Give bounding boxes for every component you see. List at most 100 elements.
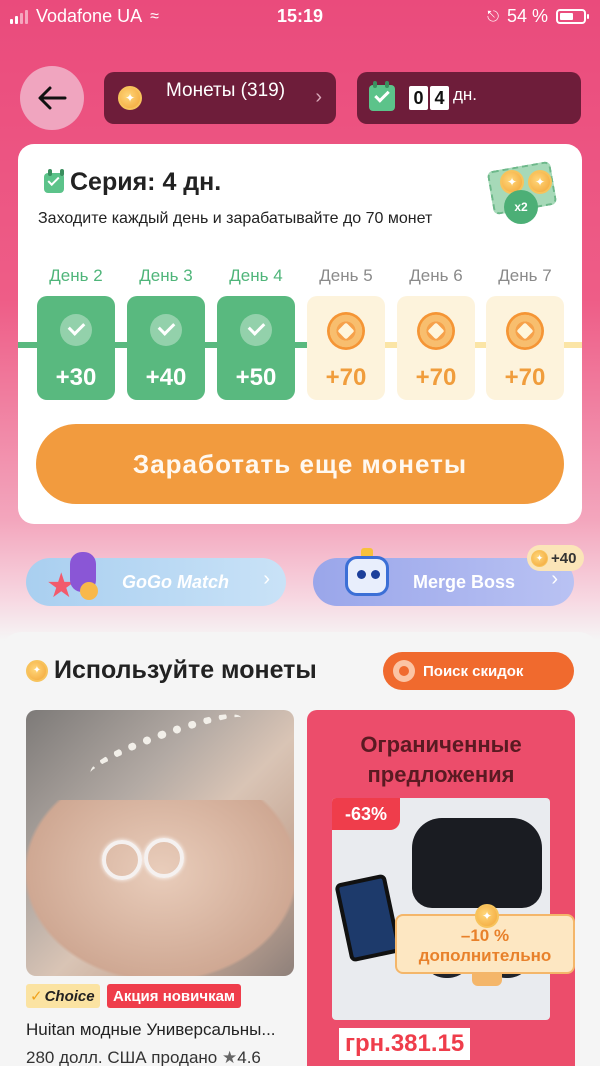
extra-discount-value: –10 % [460, 926, 510, 945]
day-reward-box: +70 [307, 296, 385, 400]
newbie-promo-badge: Акция новичкам [107, 984, 242, 1008]
calendar-check-icon [369, 81, 395, 111]
streak-day: День 3 +40 [127, 264, 205, 400]
day-amount: +70 [415, 364, 457, 391]
pearls-decoration [85, 710, 247, 787]
double-reward-badge[interactable]: ✦ ✦ x2 [484, 160, 562, 226]
limited-title-line1: Ограниченные [360, 732, 522, 757]
sold-count: 280 долл. США продано [26, 1048, 218, 1066]
day-label: День 7 [498, 266, 552, 285]
product-sold-info: 280 долл. США продано ★4.6 [26, 1048, 261, 1066]
streak-digits: 0 4 [407, 86, 449, 110]
find-discounts-button[interactable]: Поиск скидок [383, 652, 574, 690]
streak-day: День 2 +30 [37, 264, 115, 400]
streak-card: Серия: 4 дн. Заходите каждый день и зара… [18, 144, 582, 524]
coin-flower-icon [506, 312, 544, 350]
chevron-right-icon: › [315, 86, 322, 108]
battery-info: ⎋ 54 % [487, 6, 589, 27]
streak-title: Серия: 4 дн. [44, 168, 221, 197]
limited-offers-title: Ограниченные предложения [307, 730, 575, 790]
product-price: грн.381.15 [339, 1028, 471, 1060]
status-bar: Vodafone UA ≈ 15:19 ⎋ 54 % [0, 0, 600, 32]
streak-days-counter[interactable]: 0 4 дн. [357, 72, 581, 124]
robot-icon [339, 548, 397, 606]
coin-icon: ✦ [26, 659, 48, 682]
check-icon: ✓ [30, 988, 43, 1005]
merge-boss-bonus-badge: ✦ +40 [527, 545, 585, 571]
phone-shape [334, 873, 402, 963]
day-label: День 5 [319, 266, 373, 285]
limited-title-line2: предложения [367, 762, 515, 787]
calendar-check-icon [44, 168, 64, 193]
streak-days-unit: дн. [453, 85, 478, 104]
check-icon [240, 314, 272, 346]
choice-badge-label: Choice [44, 987, 95, 1005]
merge-boss-label: Merge Boss [413, 571, 516, 592]
battery-icon [556, 9, 589, 24]
day-reward-box: +70 [486, 296, 564, 400]
streak-day: День 7 +70 [486, 264, 564, 400]
streak-title-text: Серия: 4 дн. [70, 168, 222, 196]
streak-day: День 4 +50 [217, 264, 295, 400]
chevron-right-icon: › [551, 568, 558, 590]
earring-left [102, 840, 142, 880]
gogo-match-icon: ★ [46, 552, 106, 608]
streak-digit: 4 [430, 86, 449, 110]
product-name[interactable]: Huitan модные Универсальны... [26, 1020, 294, 1040]
product-image[interactable] [26, 710, 294, 976]
day-reward-box: +70 [397, 296, 475, 400]
coin-icon: ✦ [118, 86, 142, 110]
day-label: День 4 [229, 266, 283, 285]
coin-flower-icon [417, 312, 455, 350]
streak-digit: 0 [409, 86, 428, 110]
back-button[interactable] [20, 66, 84, 130]
arrow-left-icon [38, 86, 67, 110]
day-amount: +30 [55, 364, 97, 391]
streak-days-row: День 2 +30 День 3 +40 День 4 +50 День 5 [18, 264, 582, 404]
badge-tab [472, 972, 502, 986]
coin-icon: ✦ [528, 170, 552, 194]
day-reward-box: +30 [37, 296, 115, 400]
coins-balance-button[interactable]: ✦ Монеты (319) › [104, 72, 336, 124]
earbuds-case-shape [412, 818, 542, 908]
discount-percent-badge: -63% [332, 798, 400, 830]
product-rating: 4.6 [237, 1048, 261, 1066]
battery-percent: 54 % [506, 6, 548, 26]
day-reward-box: +50 [217, 296, 295, 400]
check-icon [150, 314, 182, 346]
coin-icon: ✦ [531, 549, 548, 567]
orientation-lock-icon: ⎋ [487, 8, 499, 25]
check-icon [60, 314, 92, 346]
day-label: День 6 [409, 266, 463, 285]
day-amount: +70 [504, 364, 546, 391]
gogo-match-button[interactable]: ★ GoGo Match › [26, 552, 286, 606]
hand-shape [26, 800, 294, 976]
extra-discount-label: дополнительно [418, 946, 552, 965]
day-amount: +40 [145, 364, 187, 391]
day-amount: +50 [235, 364, 277, 391]
double-reward-label: x2 [504, 190, 538, 224]
bonus-amount: +40 [551, 549, 577, 567]
coins-balance-label: Монеты (319) [166, 80, 286, 101]
star-icon: ★ [221, 1048, 238, 1066]
earn-more-coins-button[interactable]: Заработать еще монеты [36, 424, 564, 504]
extra-discount-badge: ✦ –10 % дополнительно [395, 904, 575, 986]
day-amount: +70 [325, 364, 367, 391]
choice-badge: ✓ Choice [26, 984, 100, 1008]
gogo-match-label: GoGo Match [122, 571, 229, 592]
chevron-right-icon: › [263, 568, 270, 590]
earbuds-product-image [332, 798, 550, 1020]
use-coins-title: ✦ Используйте монеты [26, 656, 317, 685]
coin-flower-icon [327, 312, 365, 350]
use-coins-title-text: Используйте монеты [54, 656, 317, 684]
earring-right [144, 838, 184, 878]
discount-tag-icon [393, 660, 415, 682]
day-label: День 2 [49, 266, 103, 285]
streak-subtitle: Заходите каждый день и зарабатывайте до … [38, 210, 433, 227]
day-reward-box: +40 [127, 296, 205, 400]
coin-icon: ✦ [475, 904, 499, 928]
streak-day: День 5 +70 [307, 264, 385, 400]
day-label: День 3 [139, 266, 193, 285]
streak-day: День 6 +70 [397, 264, 475, 400]
limited-offers-card[interactable]: Ограниченные предложения -63% ✦ –10 % до… [307, 710, 575, 1066]
